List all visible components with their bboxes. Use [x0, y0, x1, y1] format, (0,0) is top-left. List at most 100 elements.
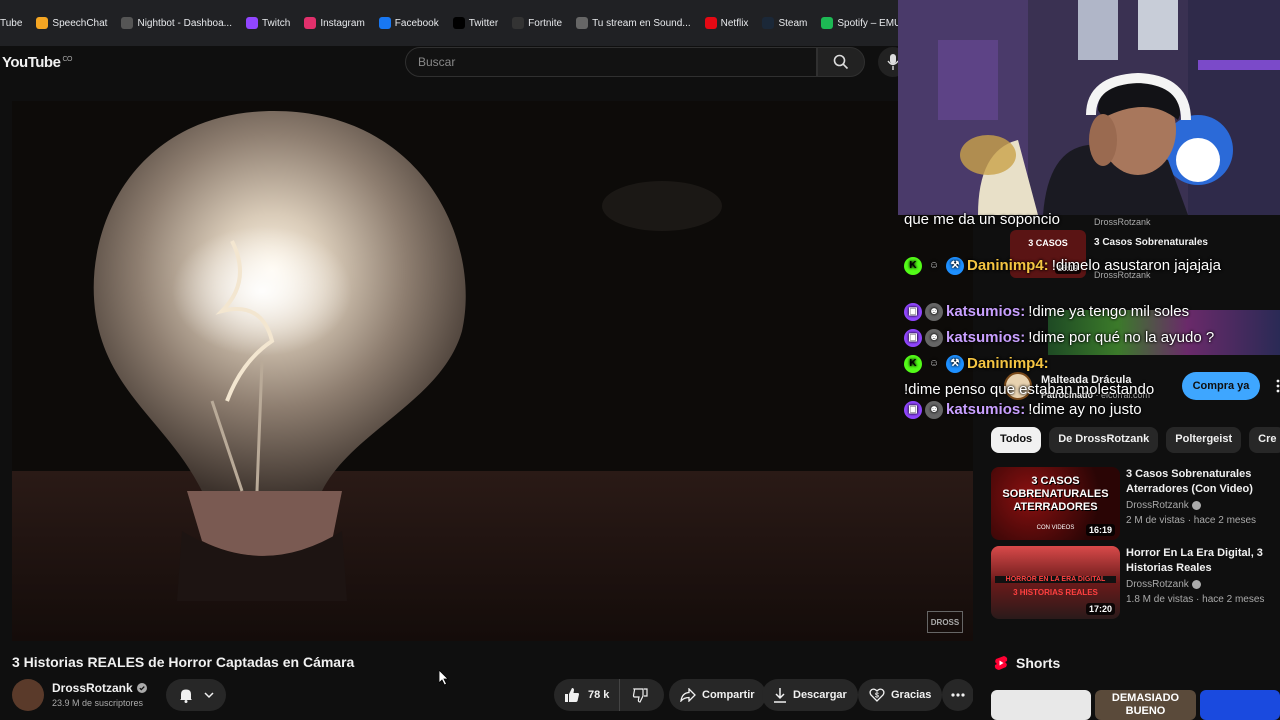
like-dislike-group: 78 k	[554, 679, 664, 711]
user-avatar-icon: ☻	[925, 302, 943, 321]
verified-icon	[136, 683, 147, 693]
bookmark-item[interactable]: Nightbot - Dashboa...	[121, 17, 232, 29]
bookmark-item[interactable]: SpeechChat	[36, 17, 107, 29]
share-button[interactable]: Compartir	[669, 679, 766, 711]
thumbs-up-icon	[565, 688, 579, 702]
share-icon	[680, 688, 696, 702]
bookmark-label: Twitch	[261, 17, 291, 29]
recommendation-item[interactable]: HORROR EN LA ERA DIGITAL 3 HISTORIAS REA…	[991, 546, 1280, 620]
chat-text: que me da un soponcio	[904, 211, 1060, 228]
recommendation-thumbnail: HORROR EN LA ERA DIGITAL 3 HISTORIAS REA…	[991, 546, 1120, 619]
search-icon	[833, 54, 849, 70]
spotify-icon	[821, 17, 834, 29]
like-count: 78 k	[588, 689, 610, 701]
recommendation-channel: DrossRotzank	[1126, 579, 1201, 590]
recommendation-channel-text: DrossRotzank	[1126, 579, 1189, 590]
recommendation-channel-text: DrossRotzank	[1126, 500, 1189, 511]
bookmark-label: Tube	[0, 17, 23, 29]
recommendation-thumb-text: 3 CASOS SOBRENATURALES ATERRADORES	[1002, 475, 1109, 513]
download-button[interactable]: Descargar	[762, 679, 858, 711]
more-horizontal-icon	[951, 693, 965, 697]
bookmark-label: Instagram	[320, 17, 365, 29]
recommendation-duration: 17:20	[1085, 603, 1115, 615]
thanks-label: Gracias	[891, 689, 932, 701]
filter-chip[interactable]: Todos	[991, 427, 1042, 453]
short-thumbnail[interactable]	[1200, 690, 1280, 720]
user-avatar-icon: ☻	[925, 328, 943, 347]
netflix-icon	[704, 17, 717, 29]
moderator-badge-icon: ⚒	[946, 354, 964, 373]
filter-chip[interactable]: Poltergeist	[1166, 427, 1242, 453]
mouse-cursor-icon	[439, 670, 449, 686]
lightbulb-video-frame	[12, 101, 973, 641]
bookmark-item[interactable]: Twitch	[245, 17, 291, 29]
short-thumbnail[interactable]: DEMASIADO BUENO	[1095, 690, 1196, 720]
like-button[interactable]: 78 k	[554, 679, 621, 711]
share-label: Compartir	[702, 689, 755, 701]
twitch-icon	[245, 17, 258, 29]
bookmark-label: SpeechChat	[52, 17, 108, 29]
bookmark-label: Facebook	[394, 17, 439, 29]
chat-username: Daninimp4:	[967, 257, 1049, 274]
bookmark-item[interactable]: Tu stream en Sound...	[576, 17, 691, 29]
bookmark-item[interactable]: Facebook	[378, 17, 439, 29]
moderator-badge-icon: ⚒	[946, 256, 964, 275]
notifications-button[interactable]	[166, 679, 226, 711]
video-title: 3 Historias REALES de Horror Captadas en…	[12, 654, 355, 670]
search-input[interactable]: Buscar	[405, 47, 817, 77]
recommendation-title: Horror En La Era Digital, 3 Historias Re…	[1126, 547, 1263, 574]
channel-name-text: DrossRotzank	[52, 681, 133, 695]
speechchat-icon	[36, 17, 49, 29]
shorts-icon	[994, 656, 1008, 670]
thumbs-down-icon	[633, 688, 649, 703]
channel-avatar[interactable]	[12, 679, 44, 711]
kick-badge-icon: K	[904, 256, 922, 275]
bookmark-label: Steam	[778, 17, 808, 29]
bookmark-item[interactable]: Tube	[0, 18, 22, 29]
bookmark-item[interactable]: Instagram	[304, 17, 365, 29]
nightbot-icon	[121, 17, 134, 29]
thanks-button[interactable]: $ Gracias	[858, 679, 943, 711]
chat-username: katsumios:	[946, 401, 1026, 418]
youtube-logo[interactable]: YouTube CO	[2, 54, 72, 71]
webcam-scene	[898, 0, 1280, 215]
chat-message: ▣ ☻ katsumios: !dime ya tengo mil soles	[904, 300, 1280, 323]
channel-watermark: DROSS	[927, 611, 963, 633]
bookmark-item[interactable]: Fortnite	[512, 17, 562, 29]
bookmark-label: Tu stream en Sound...	[592, 17, 691, 29]
download-icon	[774, 688, 786, 703]
short-thumbnail[interactable]	[991, 690, 1091, 720]
filter-chip[interactable]: Cre	[1249, 427, 1280, 453]
steam-icon	[762, 17, 775, 29]
bookmark-label: Netflix	[720, 17, 749, 29]
recommendation-item[interactable]: 3 CASOS SOBRENATURALES ATERRADORES CON V…	[991, 467, 1280, 541]
bookmark-item[interactable]: Netflix	[704, 17, 749, 29]
dislike-button[interactable]	[620, 679, 660, 711]
filter-chip[interactable]: De DrossRotzank	[1049, 427, 1159, 453]
x-icon	[452, 17, 465, 29]
chat-username: katsumios:	[946, 329, 1026, 346]
bookmark-item[interactable]: Steam	[762, 17, 807, 29]
recommendation-meta: 1.8 M de vistas · hace 2 meses	[1126, 594, 1265, 605]
download-label: Descargar	[793, 689, 847, 701]
search-button[interactable]	[817, 47, 865, 77]
bookmark-item[interactable]: Twitter	[452, 17, 499, 29]
bookmark-label: Twitter	[468, 17, 499, 29]
bookmark-item[interactable]: Spotify – EMUSIC	[821, 17, 900, 29]
youtube-logo-text: YouTube	[2, 54, 61, 71]
chat-message: K ☺ ⚒ Daninimp4: !dimelo asustaron jajajaja	[904, 254, 1280, 277]
bell-icon	[180, 689, 192, 703]
super-thanks-icon: $	[869, 688, 885, 702]
chat-message: K ☺ ⚒ Daninimp4: !dime penso que estaban mol…	[904, 352, 1280, 401]
bookmarks-bar: Tube SpeechChat Nightbot - Dashboa... Twitc…	[0, 0, 900, 46]
filter-chips: Todos De DrossRotzank Poltergeist Cre	[991, 427, 1280, 453]
country-code: CO	[62, 56, 72, 63]
instagram-icon	[304, 17, 317, 29]
verified-icon	[1191, 500, 1201, 510]
recommendation-thumb-sub: 3 HISTORIAS REALES	[1013, 588, 1098, 597]
channel-name[interactable]: DrossRotzank	[52, 681, 147, 695]
chat-message: que me da un soponcio	[904, 208, 1280, 231]
recommendation-thumbnail: 3 CASOS SOBRENATURALES ATERRADORES CON V…	[991, 467, 1120, 540]
more-actions-button[interactable]	[942, 679, 974, 711]
video-player[interactable]: DROSS	[12, 101, 973, 641]
